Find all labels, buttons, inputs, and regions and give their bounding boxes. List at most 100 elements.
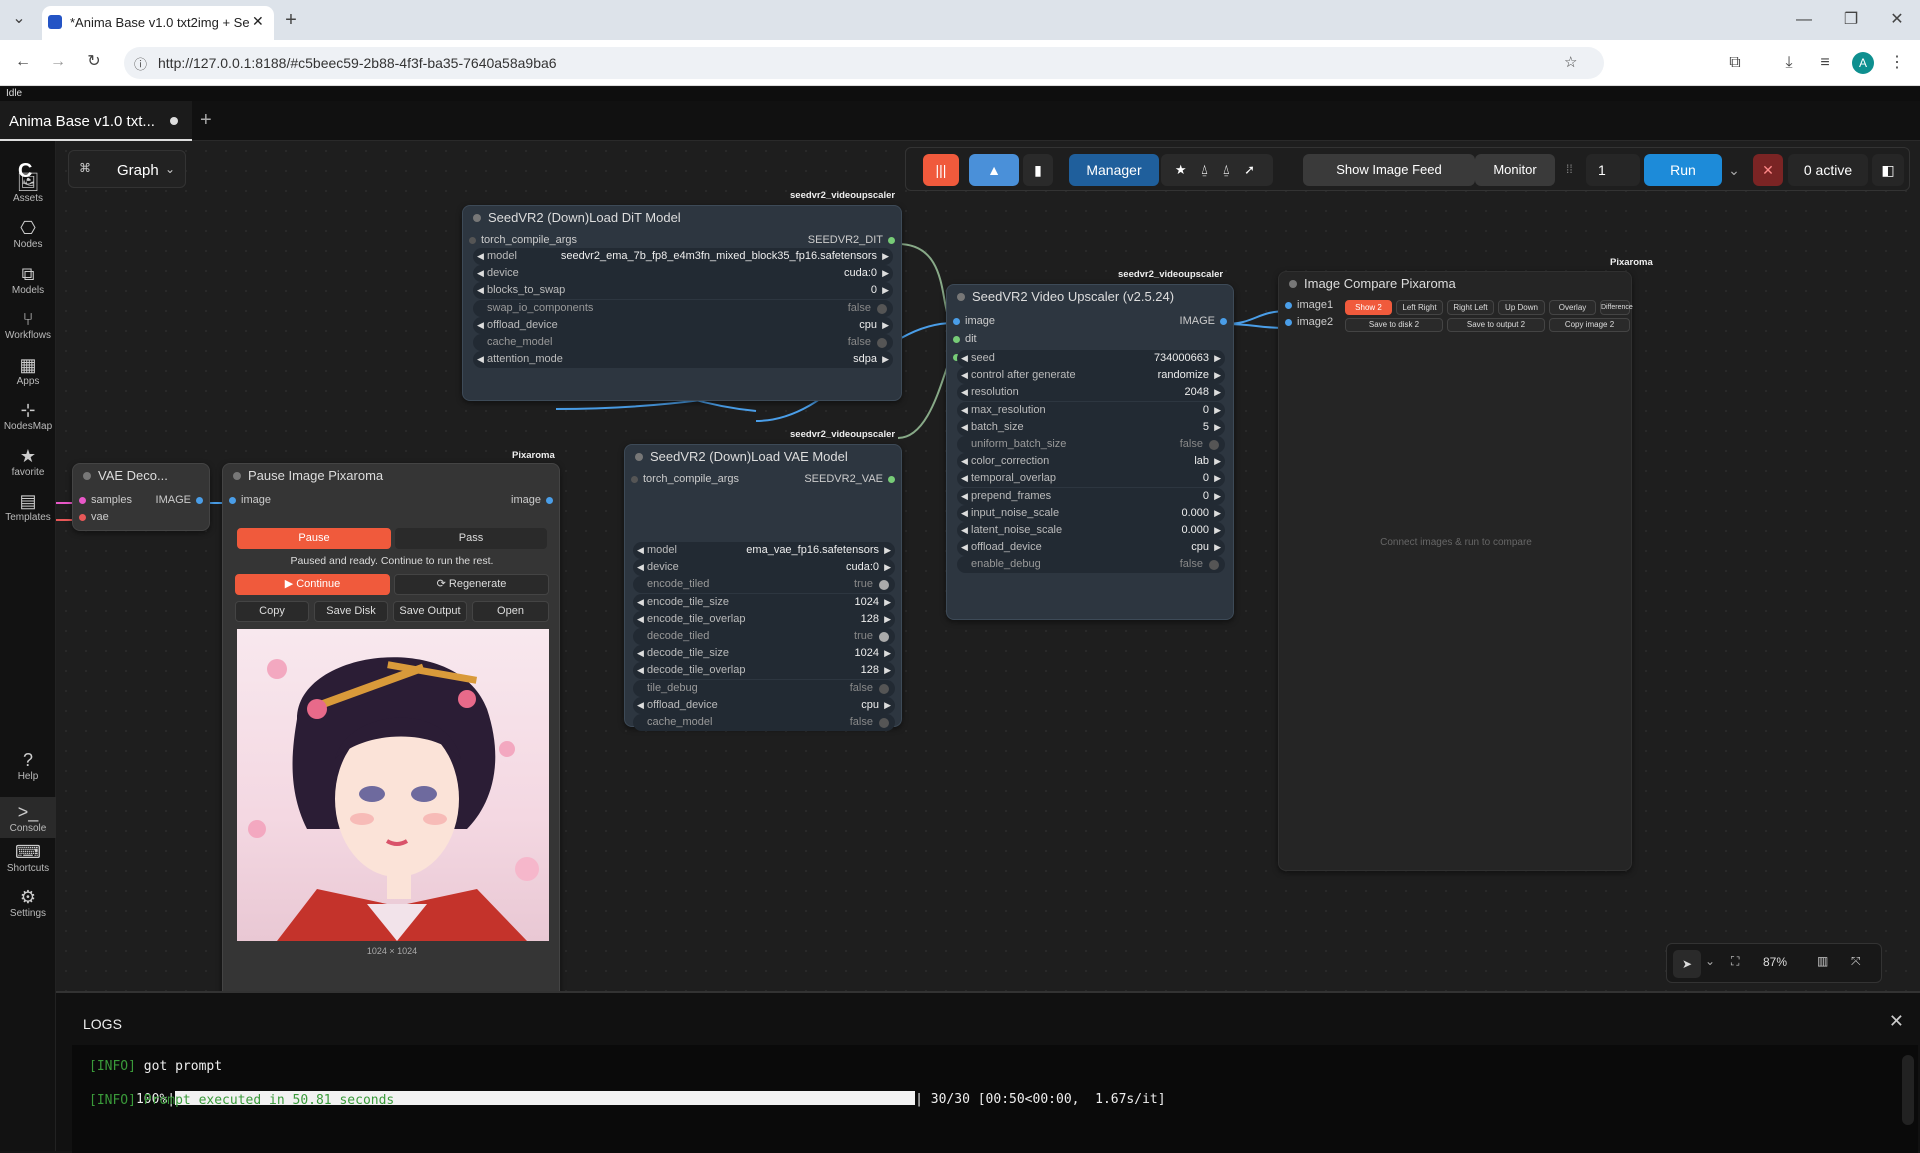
- toggle-knob-icon[interactable]: [1209, 560, 1219, 571]
- sidebar-item-help[interactable]: ? Help: [0, 749, 56, 782]
- pause-toggle-button[interactable]: Pause: [237, 528, 391, 549]
- decrement-arrow-icon[interactable]: ◀: [961, 402, 968, 419]
- upscaler-widget-input_noise_scale[interactable]: ◀ input_noise_scale 0.000 ▶: [957, 504, 1225, 522]
- upscaler-widget-max_resolution[interactable]: ◀ max_resolution 0 ▶: [957, 401, 1225, 419]
- upscaler-widget-offload_device[interactable]: ◀ offload_device cpu ▶: [957, 539, 1225, 557]
- decrement-arrow-icon[interactable]: ◀: [961, 453, 968, 470]
- decrement-arrow-icon[interactable]: ◀: [961, 539, 968, 556]
- increment-arrow-icon[interactable]: ▶: [884, 559, 891, 576]
- pause-input-image[interactable]: image: [229, 494, 271, 506]
- minimize-icon[interactable]: —: [1789, 5, 1819, 35]
- browser-tab[interactable]: *Anima Base v1.0 txt2img + Se ✕: [42, 6, 274, 40]
- tool-dropdown-icon[interactable]: ⌄: [1705, 954, 1715, 968]
- increment-arrow-icon[interactable]: ▶: [884, 645, 891, 662]
- save-to-output2-button[interactable]: Save to output 2: [1447, 318, 1545, 332]
- download-icon[interactable]: ⤓: [1774, 48, 1804, 78]
- increment-arrow-icon[interactable]: ▶: [882, 282, 889, 299]
- close-window-icon[interactable]: ✕: [1882, 5, 1912, 35]
- decrement-arrow-icon[interactable]: ◀: [637, 662, 644, 679]
- vae-decode-node[interactable]: VAE Deco... samples vae IMAGE: [72, 463, 210, 531]
- sidebar-item-settings[interactable]: ⚙ Settings: [0, 886, 56, 919]
- address-bar[interactable]: ⓘ http://127.0.0.1:8188/#c5beec59-2b88-4…: [124, 47, 1604, 79]
- vae-widget-offload_device[interactable]: ◀ offload_device cpu ▶: [633, 696, 895, 714]
- dit-output-port[interactable]: SEEDVR2_DIT: [808, 234, 895, 246]
- increment-arrow-icon[interactable]: ▶: [882, 248, 889, 265]
- run-dropdown-icon[interactable]: ⌄: [1724, 154, 1744, 186]
- image-compare-node[interactable]: Image Compare Pixaroma image1 image2 Sho…: [1278, 271, 1633, 871]
- new-tab-icon[interactable]: +: [276, 5, 306, 35]
- save-to-disk2-button[interactable]: Save to disk 2: [1345, 318, 1443, 332]
- decrement-arrow-icon[interactable]: ◀: [477, 265, 484, 282]
- run-button[interactable]: Run: [1644, 154, 1722, 186]
- increment-arrow-icon[interactable]: ▶: [1214, 384, 1221, 401]
- decrement-arrow-icon[interactable]: ◀: [477, 317, 484, 334]
- sidebar-item-models[interactable]: ⧉ Models: [0, 263, 56, 296]
- upscaler-widget-color_correction[interactable]: ◀ color_correction lab ▶: [957, 453, 1225, 471]
- pause-node-title[interactable]: Pause Image Pixaroma: [233, 468, 383, 483]
- compare-mode-overlay[interactable]: Overlay: [1549, 300, 1596, 315]
- compare-mode-left-right[interactable]: Left Right: [1396, 300, 1443, 315]
- increment-arrow-icon[interactable]: ▶: [1214, 488, 1221, 505]
- open-button[interactable]: Open: [472, 601, 549, 622]
- sidebar-item-nodes[interactable]: ⎔ Nodes: [0, 217, 56, 250]
- dit-widget-swap_io_components[interactable]: swap_io_components false: [473, 299, 893, 317]
- close-logs-icon[interactable]: ✕: [1889, 1011, 1904, 1032]
- sidebar-item-console[interactable]: >_ Console: [0, 797, 56, 838]
- dit-widget-device[interactable]: ◀ device cuda:0 ▶: [473, 265, 893, 283]
- upscaler-widget-prepend_frames[interactable]: ◀ prepend_frames 0 ▶: [957, 487, 1225, 505]
- toggle-knob-icon[interactable]: [879, 683, 889, 694]
- copy-button[interactable]: Copy: [235, 601, 309, 622]
- vae-decode-title[interactable]: VAE Deco...: [83, 468, 168, 483]
- upscaler-widget-seed[interactable]: ◀ seed 734000663 ▶: [957, 350, 1225, 367]
- increment-arrow-icon[interactable]: ▶: [1214, 470, 1221, 487]
- decrement-arrow-icon[interactable]: ◀: [477, 282, 484, 299]
- upscaler-widget-enable_debug[interactable]: enable_debug false: [957, 556, 1225, 574]
- cancel-run-icon[interactable]: ✕: [1753, 154, 1783, 186]
- vae-widget-encode_tile_overlap[interactable]: ◀ encode_tile_overlap 128 ▶: [633, 610, 895, 628]
- monitor-button[interactable]: Monitor: [1475, 154, 1555, 186]
- upscaler-node[interactable]: SeedVR2 Video Upscaler (v2.5.24) image d…: [946, 284, 1234, 620]
- toggle-knob-icon[interactable]: [879, 632, 889, 642]
- save-output-button[interactable]: Save Output: [393, 601, 467, 622]
- logs-scrollbar[interactable]: [1902, 1055, 1914, 1125]
- bookmark-icon[interactable]: ▮: [1023, 154, 1053, 186]
- new-workflow-icon[interactable]: +: [200, 109, 212, 132]
- decrement-arrow-icon[interactable]: ◀: [961, 350, 968, 367]
- increment-arrow-icon[interactable]: ▶: [1214, 539, 1221, 556]
- toggle-knob-icon[interactable]: [877, 303, 887, 314]
- vae-widget-cache_model[interactable]: cache_model false: [633, 714, 895, 731]
- compare-input-image2[interactable]: image2: [1285, 316, 1333, 328]
- upscaler-output-image[interactable]: IMAGE: [1180, 315, 1227, 327]
- comfy-logo-icon[interactable]: C: [18, 160, 42, 184]
- upscaler-widget-control-after-generate[interactable]: ◀ control after generate randomize ▶: [957, 367, 1225, 385]
- pixaroma-icon[interactable]: |||: [923, 154, 959, 186]
- vae-widget-decode_tiled[interactable]: decode_tiled true: [633, 628, 895, 645]
- decrement-arrow-icon[interactable]: ◀: [961, 505, 968, 522]
- vae-decode-input-vae[interactable]: vae: [79, 511, 109, 523]
- toggle-knob-icon[interactable]: [877, 338, 887, 348]
- toggle-knob-icon[interactable]: [879, 718, 889, 728]
- increment-arrow-icon[interactable]: ▶: [1214, 402, 1221, 419]
- increment-arrow-icon[interactable]: ▶: [1214, 419, 1221, 436]
- sidebar-item-workflows[interactable]: ⑂ Workflows: [0, 308, 56, 341]
- increment-arrow-icon[interactable]: ▶: [884, 697, 891, 714]
- vae-output-port[interactable]: SEEDVR2_VAE: [804, 473, 895, 485]
- increment-arrow-icon[interactable]: ▶: [884, 542, 891, 559]
- dit-widget-attention_mode[interactable]: ◀ attention_mode sdpa ▶: [473, 351, 893, 369]
- increment-arrow-icon[interactable]: ▶: [882, 317, 889, 334]
- compare-mode-right-left[interactable]: Right Left: [1447, 300, 1494, 315]
- sidebar-item-shortcuts[interactable]: ⌨ Shortcuts: [0, 841, 56, 874]
- restore-icon[interactable]: ❐: [1836, 5, 1866, 35]
- decrement-arrow-icon[interactable]: ◀: [637, 645, 644, 662]
- sidebar-item-templates[interactable]: ▤ Templates: [0, 490, 56, 523]
- active-queue[interactable]: 0 active: [1788, 154, 1868, 186]
- increment-arrow-icon[interactable]: ▶: [1214, 453, 1221, 470]
- sidebar-item-favorite[interactable]: ★ favorite: [0, 445, 56, 478]
- compare-mode-up-down[interactable]: Up Down: [1498, 300, 1545, 315]
- decrement-arrow-icon[interactable]: ◀: [961, 470, 968, 487]
- dit-widget-blocks_to_swap[interactable]: ◀ blocks_to_swap 0 ▶: [473, 282, 893, 300]
- decrement-arrow-icon[interactable]: ◀: [961, 488, 968, 505]
- vae-node-title[interactable]: SeedVR2 (Down)Load VAE Model: [635, 449, 848, 464]
- decrement-arrow-icon[interactable]: ◀: [477, 351, 484, 368]
- compare-mode-difference[interactable]: Difference: [1600, 300, 1633, 315]
